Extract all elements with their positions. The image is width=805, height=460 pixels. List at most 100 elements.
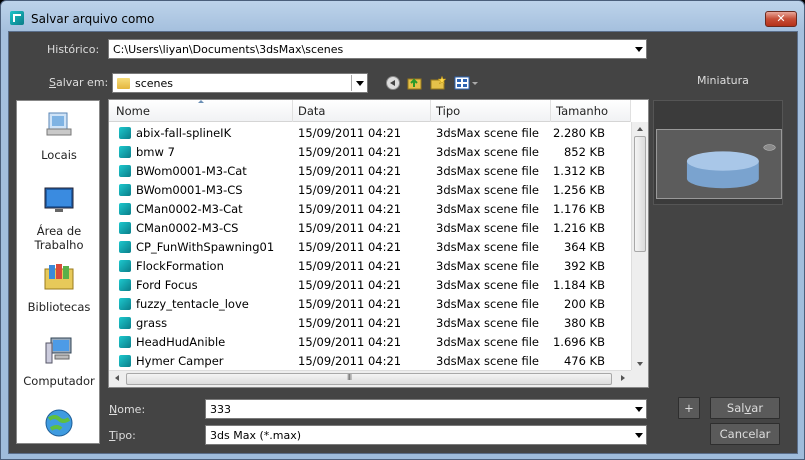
chevron-down-icon[interactable] xyxy=(635,407,643,412)
scroll-right-icon[interactable] xyxy=(621,375,625,381)
file-type: 3dsMax scene file xyxy=(436,202,539,216)
max-file-icon xyxy=(119,260,131,272)
file-date: 15/09/2011 04:21 xyxy=(298,145,402,159)
file-type: 3dsMax scene file xyxy=(436,259,539,273)
max-file-icon xyxy=(119,203,131,215)
scroll-left-icon[interactable] xyxy=(115,375,119,381)
chevron-down-icon[interactable] xyxy=(635,433,643,438)
place-network[interactable] xyxy=(17,407,101,446)
folder-icon xyxy=(117,78,130,89)
file-size: 1.184 KB xyxy=(552,278,605,292)
place-desktop[interactable]: Área de Trabalho xyxy=(17,185,101,252)
table-row[interactable]: BWom0001-M3-Cat 15/09/2011 04:21 3dsMax sc… xyxy=(109,162,631,181)
file-type: 3dsMax scene file xyxy=(436,164,539,178)
file-list[interactable]: Nome Data Tipo Tamanho abix-fall-splineI… xyxy=(108,99,649,388)
save-file-dialog: Salvar arquivo como ✕ Histórico: C:\User… xyxy=(0,0,805,460)
history-dropdown[interactable]: C:\Users\liyan\Documents\3dsMax\scenes xyxy=(108,39,647,59)
file-date: 15/09/2011 04:21 xyxy=(298,240,402,254)
table-row[interactable]: fuzzy_tentacle_love 15/09/2011 04:21 3dsMa… xyxy=(109,295,631,314)
table-row[interactable]: Hymer Camper 15/09/2011 04:21 3dsMax scene… xyxy=(109,352,631,371)
horizontal-scroll-thumb[interactable]: III xyxy=(126,373,612,385)
max-file-icon xyxy=(119,222,131,234)
file-date: 15/09/2011 04:21 xyxy=(298,259,402,273)
back-icon[interactable] xyxy=(385,75,401,91)
cancel-button[interactable]: Cancelar xyxy=(710,423,780,445)
table-row[interactable]: bmw 7 15/09/2011 04:21 3dsMax scene file 85… xyxy=(109,143,631,162)
horizontal-scrollbar[interactable]: III xyxy=(109,370,631,387)
file-type: 3dsMax scene file xyxy=(436,316,539,330)
file-size: 2.280 KB xyxy=(552,126,605,140)
file-name: Ford Focus xyxy=(136,278,198,292)
history-value: C:\Users\liyan\Documents\3dsMax\scenes xyxy=(113,43,344,56)
file-date: 15/09/2011 04:21 xyxy=(298,335,402,349)
column-name[interactable]: Nome xyxy=(116,104,150,118)
view-menu-icon[interactable] xyxy=(454,75,480,91)
save-button[interactable]: Salvar xyxy=(710,397,780,419)
file-size: 852 KB xyxy=(563,145,605,159)
sort-ascending-icon xyxy=(198,100,204,103)
table-row[interactable]: CMan0002-M3-CS 15/09/2011 04:21 3dsMax sce… xyxy=(109,219,631,238)
file-size: 392 KB xyxy=(563,259,605,273)
file-type: 3dsMax scene file xyxy=(436,354,539,368)
place-libraries[interactable]: Bibliotecas xyxy=(17,261,101,314)
list-header: Nome Data Tipo Tamanho xyxy=(109,100,631,122)
filename-input[interactable]: 333 xyxy=(205,399,647,419)
table-row[interactable]: abix-fall-splineIK 15/09/2011 04:21 3dsMax… xyxy=(109,124,631,143)
up-folder-icon[interactable] xyxy=(407,75,423,91)
place-computer[interactable]: Computador xyxy=(17,335,101,388)
file-type: 3dsMax scene file xyxy=(436,297,539,311)
vertical-scrollbar[interactable] xyxy=(631,122,648,371)
filetype-dropdown[interactable]: 3ds Max (*.max) xyxy=(205,425,647,445)
chevron-down-icon[interactable] xyxy=(356,81,364,86)
file-size: 1.256 KB xyxy=(552,183,605,197)
table-row[interactable]: Ford Focus 15/09/2011 04:21 3dsMax scene f… xyxy=(109,276,631,295)
close-button[interactable]: ✕ xyxy=(765,11,797,27)
table-row[interactable]: grass 15/09/2011 04:21 3dsMax scene file 38… xyxy=(109,314,631,333)
title-bar: Salvar arquivo como ✕ xyxy=(1,1,804,31)
save-in-value: scenes xyxy=(135,77,174,90)
chevron-down-icon[interactable] xyxy=(635,47,643,52)
new-folder-icon[interactable] xyxy=(430,75,446,91)
file-type: 3dsMax scene file xyxy=(436,335,539,349)
filename-value: 333 xyxy=(210,403,231,416)
table-row[interactable]: HeadHudAnible 15/09/2011 04:21 3dsMax scen… xyxy=(109,333,631,352)
thumbnail-preview xyxy=(656,129,782,199)
vertical-scroll-thumb[interactable] xyxy=(634,136,646,252)
table-row[interactable]: BWom0001-M3-CS 15/09/2011 04:21 3dsMax sce… xyxy=(109,181,631,200)
column-type[interactable]: Tipo xyxy=(436,104,460,118)
history-label: Histórico: xyxy=(47,43,100,56)
file-name: fuzzy_tentacle_love xyxy=(136,297,249,311)
max-file-icon xyxy=(119,165,131,177)
place-recent[interactable]: Locais xyxy=(17,109,101,162)
file-name: bmw 7 xyxy=(136,145,175,159)
file-date: 15/09/2011 04:21 xyxy=(298,202,402,216)
file-date: 15/09/2011 04:21 xyxy=(298,126,402,140)
save-in-label: Salvar em: xyxy=(49,76,109,89)
file-name: CMan0002-M3-Cat xyxy=(136,202,243,216)
file-date: 15/09/2011 04:21 xyxy=(298,221,402,235)
column-size[interactable]: Tamanho xyxy=(556,104,608,118)
max-file-icon xyxy=(119,298,131,310)
place-label: Bibliotecas xyxy=(27,300,91,314)
max-file-icon xyxy=(119,355,131,367)
scroll-up-icon[interactable] xyxy=(637,127,643,131)
file-type: 3dsMax scene file xyxy=(436,240,539,254)
3dsmax-app-icon xyxy=(10,11,24,25)
file-size: 1.696 KB xyxy=(552,335,605,349)
save-in-dropdown[interactable]: scenes xyxy=(112,73,368,93)
file-size: 200 KB xyxy=(563,297,605,311)
file-size: 364 KB xyxy=(563,240,605,254)
scroll-down-icon[interactable] xyxy=(637,362,643,366)
file-size: 476 KB xyxy=(563,354,605,368)
table-row[interactable]: CP_FunWithSpawning01 15/09/2011 04:21 3dsM… xyxy=(109,238,631,257)
desktop-icon xyxy=(44,187,74,212)
table-row[interactable]: CMan0002-M3-Cat 15/09/2011 04:21 3dsMax sc… xyxy=(109,200,631,219)
filetype-label: Tipo: xyxy=(109,429,136,442)
max-file-icon xyxy=(119,241,131,253)
file-size: 380 KB xyxy=(563,316,605,330)
file-name: CMan0002-M3-CS xyxy=(136,221,239,235)
increment-filename-button[interactable]: + xyxy=(678,397,700,419)
file-date: 15/09/2011 04:21 xyxy=(298,297,402,311)
column-date[interactable]: Data xyxy=(298,104,325,118)
table-row[interactable]: FlockFormation 15/09/2011 04:21 3dsMax sce… xyxy=(109,257,631,276)
